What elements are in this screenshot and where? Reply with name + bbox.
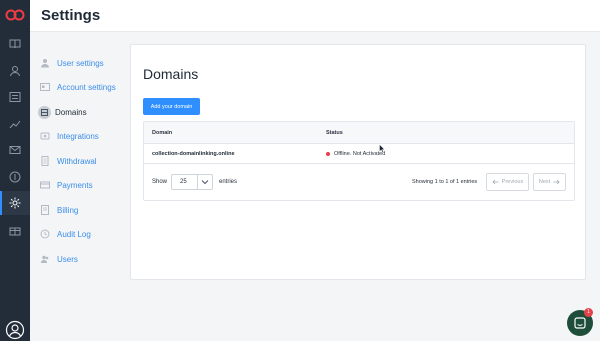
nav-item-account-settings[interactable]: Account settings [40,80,116,94]
arrow-right-icon [553,179,560,185]
chat-icon [574,317,586,329]
nav-item-billing[interactable]: Billing [40,203,78,217]
chevron-down-icon [201,180,209,185]
mail-icon[interactable] [8,143,22,157]
nav-item-label: Payments [57,180,93,190]
nav-item-label: Users [57,254,78,264]
nav-item-label: User settings [57,58,104,68]
select-divider [197,175,198,189]
domains-card: Domains Add your domain Domain Status co… [130,44,586,280]
next-page-button[interactable]: Next [533,173,566,191]
column-header-domain[interactable]: Domain [152,130,172,136]
table-header: Domain Status [144,122,574,144]
chart-icon[interactable] [8,117,22,131]
credit-card-icon [40,181,50,189]
book-icon[interactable] [8,37,22,51]
pagination-info: Showing 1 to 1 of 1 entries [412,179,478,185]
id-card-icon [40,83,50,91]
chat-launcher-button[interactable]: 1 [567,308,593,336]
app-logo-icon[interactable] [5,8,25,22]
document-icon [41,156,49,166]
show-label: Show [152,179,168,185]
user-icon [41,59,49,68]
nav-item-label: Withdrawal [57,156,97,166]
list-icon[interactable] [8,90,22,104]
add-domain-button[interactable]: Add your domain [143,98,200,115]
notification-badge: 1 [584,308,593,317]
previous-page-button[interactable]: Previous [486,173,529,191]
status-text: Offline. Not Activated [334,151,386,157]
dollar-icon[interactable] [8,170,22,184]
domain-cell: collection-domainlinking.online [152,151,235,157]
nav-item-payments[interactable]: Payments [40,178,93,192]
nav-item-label: Account settings [57,82,116,92]
page-size-select[interactable]: 25 [171,174,213,190]
gift-icon[interactable] [8,223,22,237]
column-header-status[interactable]: Status [326,130,343,136]
profile-avatar-icon[interactable] [5,320,25,340]
app-rail [0,0,30,341]
nav-item-label: Integrations [57,131,99,141]
nav-item-domains[interactable]: Domains [38,105,87,119]
page-title: Settings [41,7,101,24]
user-icon[interactable] [8,64,22,78]
billing-icon [41,205,49,215]
mouse-cursor-icon [379,144,385,153]
table-footer: Show 25 entries Showing 1 to 1 of 1 entr… [144,164,574,200]
previous-label: Previous [501,179,524,185]
clock-icon [40,229,50,239]
page-header: Settings [30,0,600,32]
integrations-icon [40,132,50,140]
table-row[interactable]: collection-domainlinking.online Offline.… [144,144,574,164]
rail-active-indicator [0,191,2,215]
page-size-value: 25 [180,179,187,185]
nav-item-label: Audit Log [57,229,91,239]
nav-item-users[interactable]: Users [40,252,78,266]
nav-item-label: Billing [57,205,79,215]
section-title: Domains [143,66,199,82]
entries-label: entries [219,179,238,185]
domain-icon [38,105,51,119]
status-offline-dot [326,151,330,156]
nav-item-integrations[interactable]: Integrations [40,129,99,143]
nav-item-withdrawal[interactable]: Withdrawal [40,154,97,168]
nav-item-label: Domains [55,107,87,117]
gear-icon[interactable] [8,196,22,210]
nav-item-audit-log[interactable]: Audit Log [40,227,91,241]
next-label: Next [538,179,551,185]
users-icon [40,255,49,263]
domains-table: Domain Status collection-domainlinking.o… [143,121,575,201]
status-cell: Offline. Not Activated [326,151,385,157]
nav-item-user-settings[interactable]: User settings [40,56,104,70]
arrow-left-icon [492,179,499,185]
